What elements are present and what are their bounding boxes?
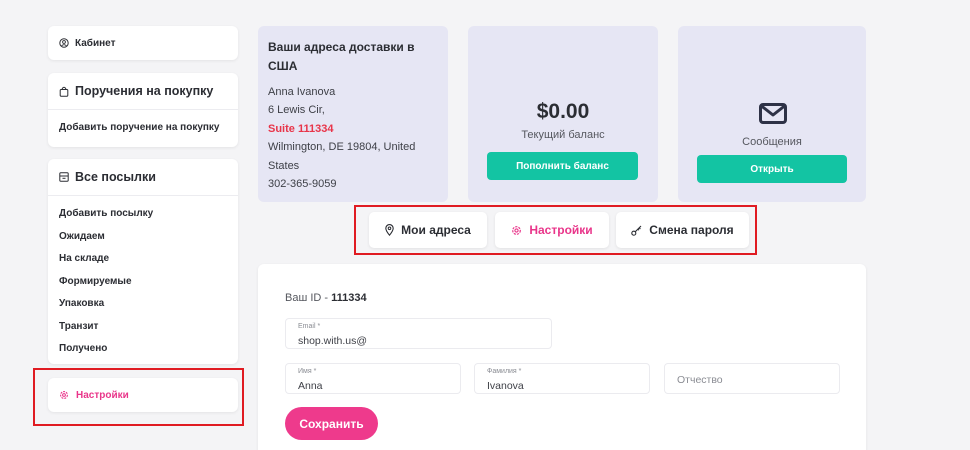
user-circle-icon: [59, 38, 69, 48]
address-line-phone: 302-365-9059: [268, 178, 337, 191]
location-pin-icon: [385, 224, 394, 236]
sidebar-item-awaiting[interactable]: Ожидаем: [48, 226, 238, 249]
sidebar-item-cabinet[interactable]: Кабинет: [48, 26, 238, 60]
last-name-field-label: Фамилия *: [487, 368, 522, 375]
open-messages-button[interactable]: Открыть: [697, 155, 847, 183]
sidebar-parcels-title: Все посылки: [75, 170, 156, 184]
delivery-address-card: Ваши адреса доставки в США Anna Ivanova …: [258, 26, 448, 202]
address-line-name: Anna Ivanova: [268, 86, 336, 98]
middle-name-field[interactable]: Отчество: [664, 363, 840, 394]
balance-card: $0.00 Текущий баланс Пополнить баланс: [468, 26, 658, 202]
messages-label: Сообщения: [742, 136, 802, 148]
tab-settings[interactable]: Настройки: [495, 212, 609, 248]
email-field[interactable]: Email * shop.with.us@: [285, 318, 552, 349]
highlight-box-sidebar-settings: [33, 368, 244, 426]
settings-form-card: Ваш ID - 111334 Email * shop.with.us@ Им…: [258, 264, 866, 450]
bag-icon: [59, 86, 69, 97]
save-button[interactable]: Сохранить: [285, 407, 378, 440]
envelope-icon: [759, 103, 787, 129]
tab-my-addresses[interactable]: Мои адреса: [369, 212, 487, 248]
sidebar-group-parcels: Все посылки Добавить посылку Ожидаем На …: [48, 159, 238, 364]
tab-change-password[interactable]: Смена пароля: [616, 212, 749, 248]
sidebar-item-add-parcel[interactable]: Добавить посылку: [48, 203, 238, 226]
last-name-field-value: Ivanova: [487, 380, 524, 392]
sidebar-item-packing[interactable]: Упаковка: [48, 293, 238, 316]
sidebar-item-received[interactable]: Получено: [48, 338, 238, 361]
first-name-field[interactable]: Имя * Anna: [285, 363, 461, 394]
user-id: Ваш ID - 111334: [285, 292, 367, 304]
sidebar-item-in-warehouse[interactable]: На складе: [48, 248, 238, 271]
sidebar-orders-title: Поручения на покупку: [75, 84, 214, 98]
sidebar-item-forming[interactable]: Формируемые: [48, 271, 238, 294]
address-line-suite: Suite 111334: [268, 122, 334, 135]
messages-card: Сообщения Открыть: [678, 26, 866, 202]
email-field-value: shop.with.us@: [298, 335, 368, 347]
sidebar-item-transit[interactable]: Транзит: [48, 316, 238, 339]
sidebar-item-cabinet-label: Кабинет: [75, 37, 116, 49]
email-field-label: Email *: [298, 323, 321, 330]
sidebar-group-orders: Поручения на покупку Добавить поручение …: [48, 73, 238, 147]
first-name-field-label: Имя *: [298, 368, 317, 375]
delivery-address-title: Ваши адреса доставки в США: [268, 40, 415, 73]
tab-settings-label: Настройки: [529, 223, 593, 237]
balance-amount: $0.00: [536, 100, 590, 123]
key-icon: [631, 225, 642, 236]
tab-change-password-label: Смена пароля: [649, 223, 734, 237]
balance-label: Текущий баланс: [521, 129, 605, 141]
first-name-field-value: Anna: [298, 380, 323, 392]
tab-my-addresses-label: Мои адреса: [401, 223, 471, 237]
user-id-label: Ваш ID -: [285, 292, 332, 304]
user-id-value: 111334: [331, 292, 367, 304]
sidebar-parcels-list: Добавить посылку Ожидаем На складе Форми…: [48, 196, 238, 361]
sidebar-orders-header: Поручения на покупку: [48, 73, 238, 110]
sidebar-item-add-order[interactable]: Добавить поручение на покупку: [48, 117, 238, 140]
middle-name-placeholder: Отчество: [677, 374, 723, 386]
address-line-street: 6 Lewis Cir,: [268, 104, 325, 117]
box-icon: [59, 172, 69, 182]
sidebar-parcels-header: Все посылки: [48, 159, 238, 196]
gear-icon: [511, 225, 522, 236]
address-line-city: Wilmington, DE 19804, United States: [268, 141, 416, 172]
last-name-field[interactable]: Фамилия * Ivanova: [474, 363, 650, 394]
top-up-balance-button[interactable]: Пополнить баланс: [487, 152, 638, 180]
